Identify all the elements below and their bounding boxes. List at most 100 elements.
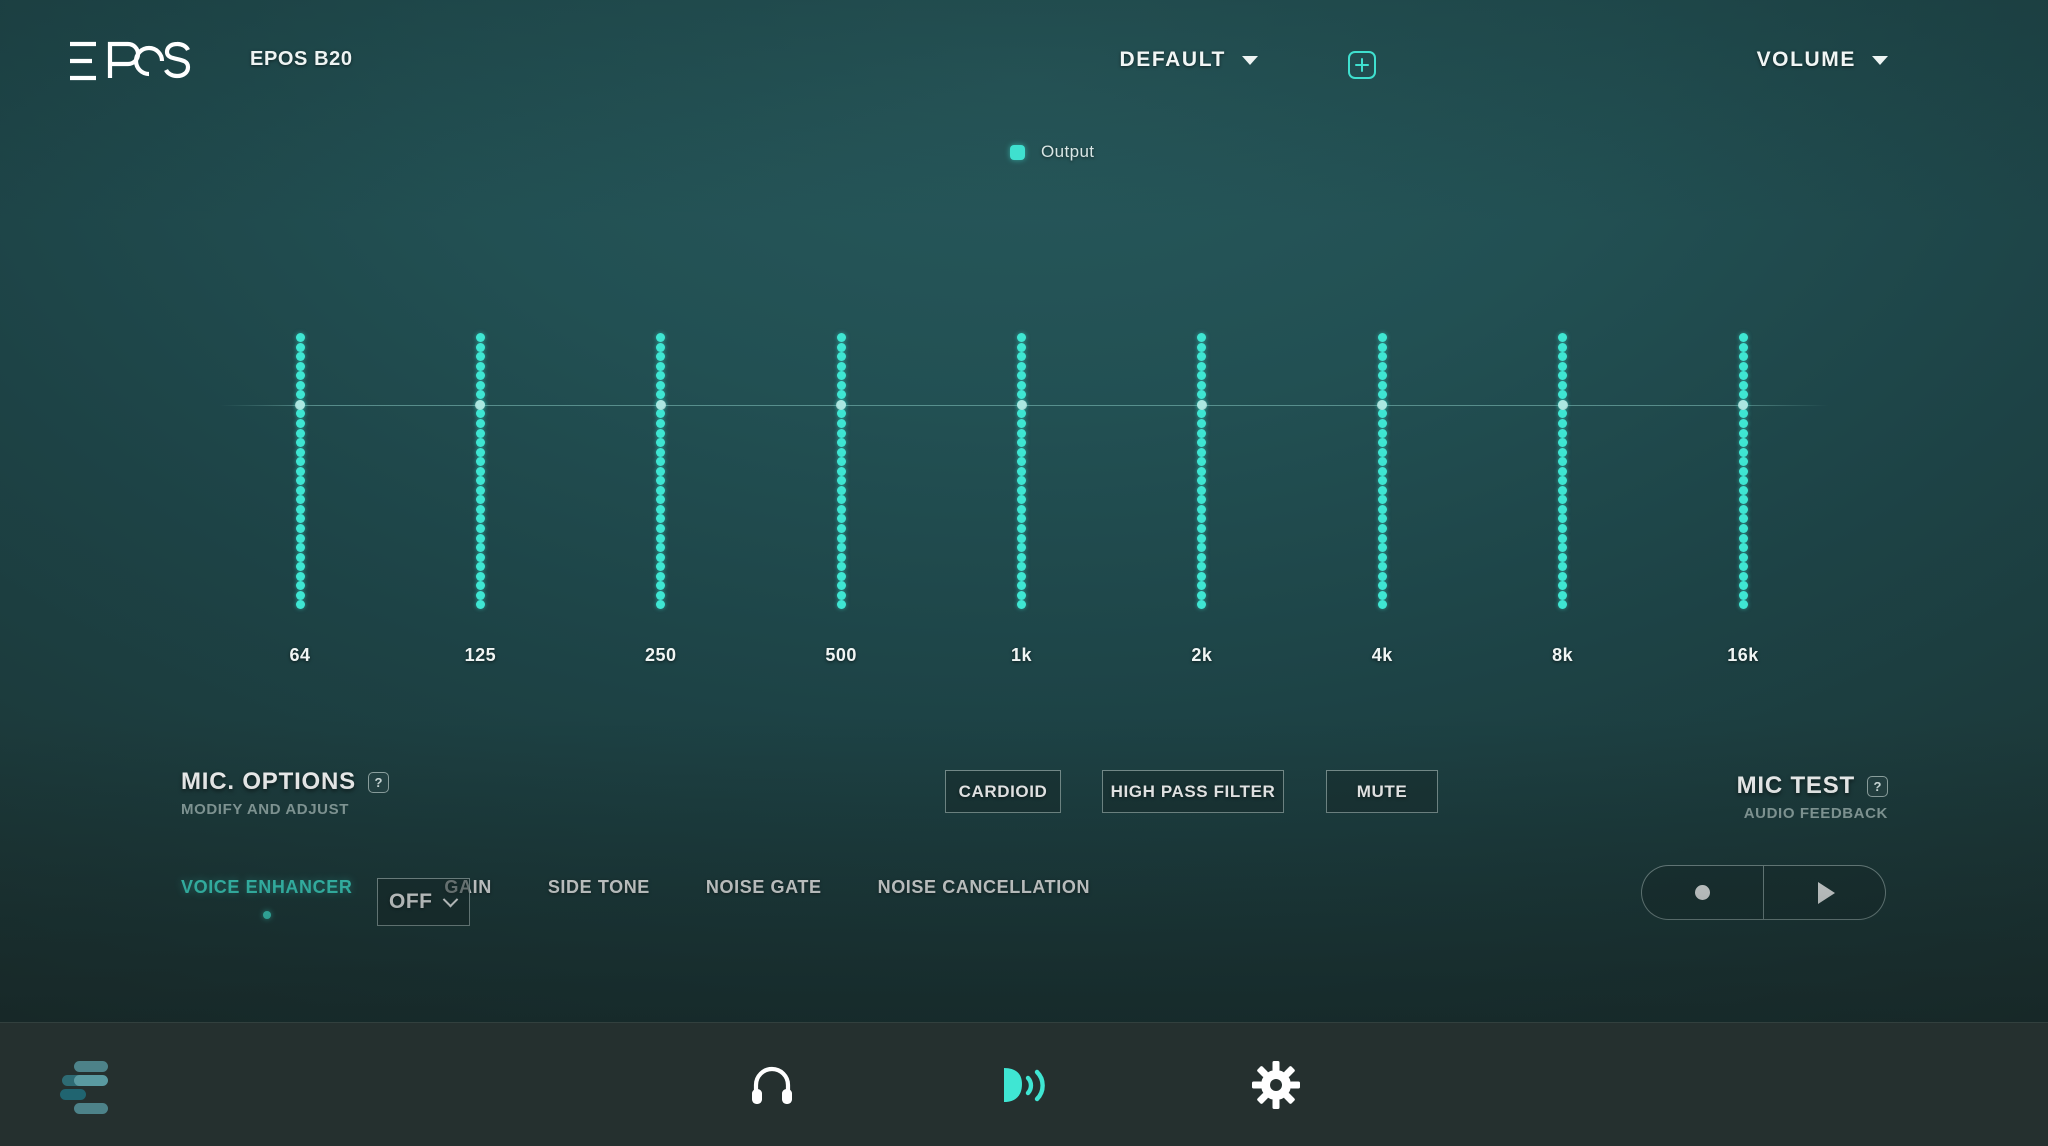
eq-dot <box>1377 552 1387 562</box>
tab-noise-gate[interactable]: NOISE GATE <box>706 877 822 898</box>
eq-dot <box>295 418 305 428</box>
mic-test-help-icon[interactable]: ? <box>1867 775 1888 797</box>
eq-band-125[interactable] <box>468 300 492 610</box>
record-button[interactable] <box>1642 866 1763 919</box>
eq-handle-2k[interactable] <box>1196 400 1207 410</box>
eq-dot <box>1738 533 1748 543</box>
eq-dot <box>475 333 485 342</box>
eq-dot <box>1558 581 1568 591</box>
eq-dot <box>295 390 305 400</box>
eq-dot <box>1377 571 1387 581</box>
mic-options-tabs: VOICE ENHANCER GAIN SIDE TONE NOISE GATE… <box>181 877 1090 919</box>
eq-dot <box>295 428 305 438</box>
eq-band-500[interactable] <box>829 300 853 610</box>
eq-dot <box>1197 581 1207 591</box>
eq-dot <box>475 581 485 591</box>
eq-dot <box>836 390 846 400</box>
eq-dot <box>836 571 846 581</box>
eq-dot <box>836 514 846 524</box>
eq-handle-64[interactable] <box>295 400 305 410</box>
eq-band-16k[interactable] <box>1731 300 1755 610</box>
eq-dot <box>1558 562 1568 572</box>
nav-settings-tab[interactable] <box>1239 1048 1313 1122</box>
eq-dot <box>1017 562 1026 572</box>
plus-icon-vertical <box>1360 58 1364 72</box>
eq-band-8k[interactable] <box>1551 300 1575 610</box>
mute-button[interactable]: MUTE <box>1326 770 1438 813</box>
eq-dot <box>1558 476 1568 486</box>
eq-dot <box>475 476 485 486</box>
eq-dot <box>1017 581 1026 591</box>
eq-dot <box>1017 438 1026 448</box>
eq-dot <box>1017 543 1026 553</box>
eq-dot <box>836 543 846 553</box>
eq-dot <box>1197 390 1207 400</box>
legend-label-output: Output <box>1041 142 1095 161</box>
eq-handle-1k[interactable] <box>1016 400 1027 410</box>
eq-dot <box>1738 504 1748 514</box>
tab-voice-enhancer[interactable]: VOICE ENHANCER <box>181 877 352 919</box>
eq-handle-250[interactable] <box>655 400 666 410</box>
eq-dot <box>656 590 666 600</box>
eq-dot <box>1197 418 1207 428</box>
play-icon <box>1818 881 1835 904</box>
eq-dot <box>1197 428 1207 438</box>
eq-band-4k[interactable] <box>1370 300 1394 610</box>
eq-dot <box>1738 485 1748 495</box>
nav-mic-tab[interactable] <box>987 1048 1061 1122</box>
eq-dot <box>1558 514 1568 524</box>
eq-dot <box>295 581 305 591</box>
eq-dot <box>1017 380 1026 390</box>
eq-band-250[interactable] <box>649 300 673 610</box>
play-button[interactable] <box>1763 866 1885 919</box>
mic-options-help-icon[interactable]: ? <box>367 771 389 793</box>
eq-label-2k: 2k <box>1191 645 1213 665</box>
tab-noise-cancellation[interactable]: NOISE CANCELLATION <box>878 877 1090 898</box>
eq-dot <box>836 485 846 495</box>
eq-dot <box>656 495 666 505</box>
high-pass-filter-button[interactable]: HIGH PASS FILTER <box>1102 770 1284 813</box>
eq-dot <box>475 447 485 457</box>
eq-band-1k[interactable] <box>1010 300 1034 610</box>
preset-dropdown[interactable]: DEFAULT <box>1120 48 1258 72</box>
nav-headset-tab[interactable] <box>735 1048 809 1122</box>
speaking-head-icon <box>1004 1068 1045 1102</box>
eq-dot <box>475 428 485 438</box>
volume-dropdown[interactable]: VOLUME <box>1757 48 1888 72</box>
eq-dot <box>1558 371 1568 381</box>
eq-dot <box>656 418 666 428</box>
eq-dot <box>1558 428 1568 438</box>
eq-dot <box>475 457 485 467</box>
voice-enhancer-select[interactable]: OFF <box>377 878 470 926</box>
eq-dot <box>1197 552 1207 562</box>
eq-dot <box>1738 361 1748 371</box>
eq-dot <box>475 524 485 533</box>
eq-handle-16k[interactable] <box>1738 400 1748 410</box>
eq-dot <box>1377 466 1387 476</box>
eq-handle-8k[interactable] <box>1557 400 1568 410</box>
add-preset-button[interactable] <box>1348 51 1376 79</box>
mic-test-header: MIC TEST ? AUDIO FEEDBACK <box>1737 772 1888 822</box>
eq-dot <box>836 333 846 342</box>
eq-dot <box>1738 457 1748 467</box>
eq-dot <box>295 438 305 448</box>
eq-dot <box>656 428 666 438</box>
eq-band-64[interactable] <box>288 300 312 610</box>
eq-dot <box>1558 552 1568 562</box>
cardioid-button[interactable]: CARDIOID <box>945 770 1061 813</box>
mic-options-header: MIC. OPTIONS ? MODIFY AND ADJUST <box>181 768 389 818</box>
eq-dot <box>1197 476 1207 486</box>
tab-side-tone[interactable]: SIDE TONE <box>548 877 650 898</box>
eq-dot <box>1197 504 1207 514</box>
eq-dot <box>1377 533 1387 543</box>
eq-label-125: 125 <box>464 645 497 665</box>
eq-dot <box>1558 352 1568 362</box>
eq-dot <box>656 390 666 400</box>
eq-dot <box>836 457 846 467</box>
eq-dot <box>1197 371 1207 381</box>
eq-dot <box>1197 533 1207 543</box>
eq-band-2k[interactable] <box>1190 300 1214 610</box>
eq-dot <box>1017 504 1026 514</box>
eq-dot <box>1017 333 1026 342</box>
epos-gaming-suite-window: EPOS B20 DEFAULT VOLUME Output 64 125 25… <box>0 0 2048 1146</box>
